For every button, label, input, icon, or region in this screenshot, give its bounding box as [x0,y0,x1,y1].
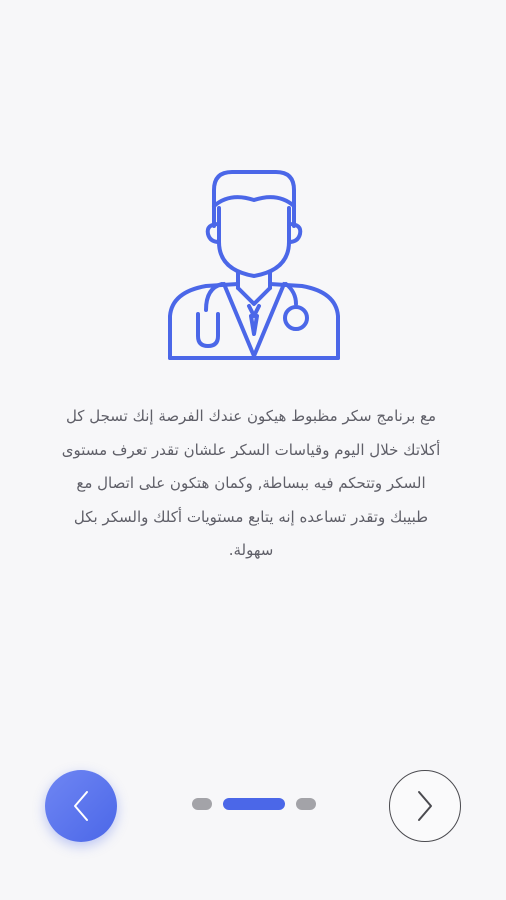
page-dot-3[interactable] [296,798,316,810]
page-dot-1[interactable] [192,798,212,810]
doctor-illustration-icon [162,166,346,366]
onboarding-description: مع برنامج سكر مظبوط هيكون عندك الفرصة إن… [61,407,441,559]
previous-button[interactable] [45,770,117,842]
next-button[interactable] [389,770,461,842]
page-dot-2-active[interactable] [223,798,285,810]
chevron-right-icon [418,791,432,821]
page-indicator [192,798,316,810]
chevron-left-icon [74,791,88,821]
